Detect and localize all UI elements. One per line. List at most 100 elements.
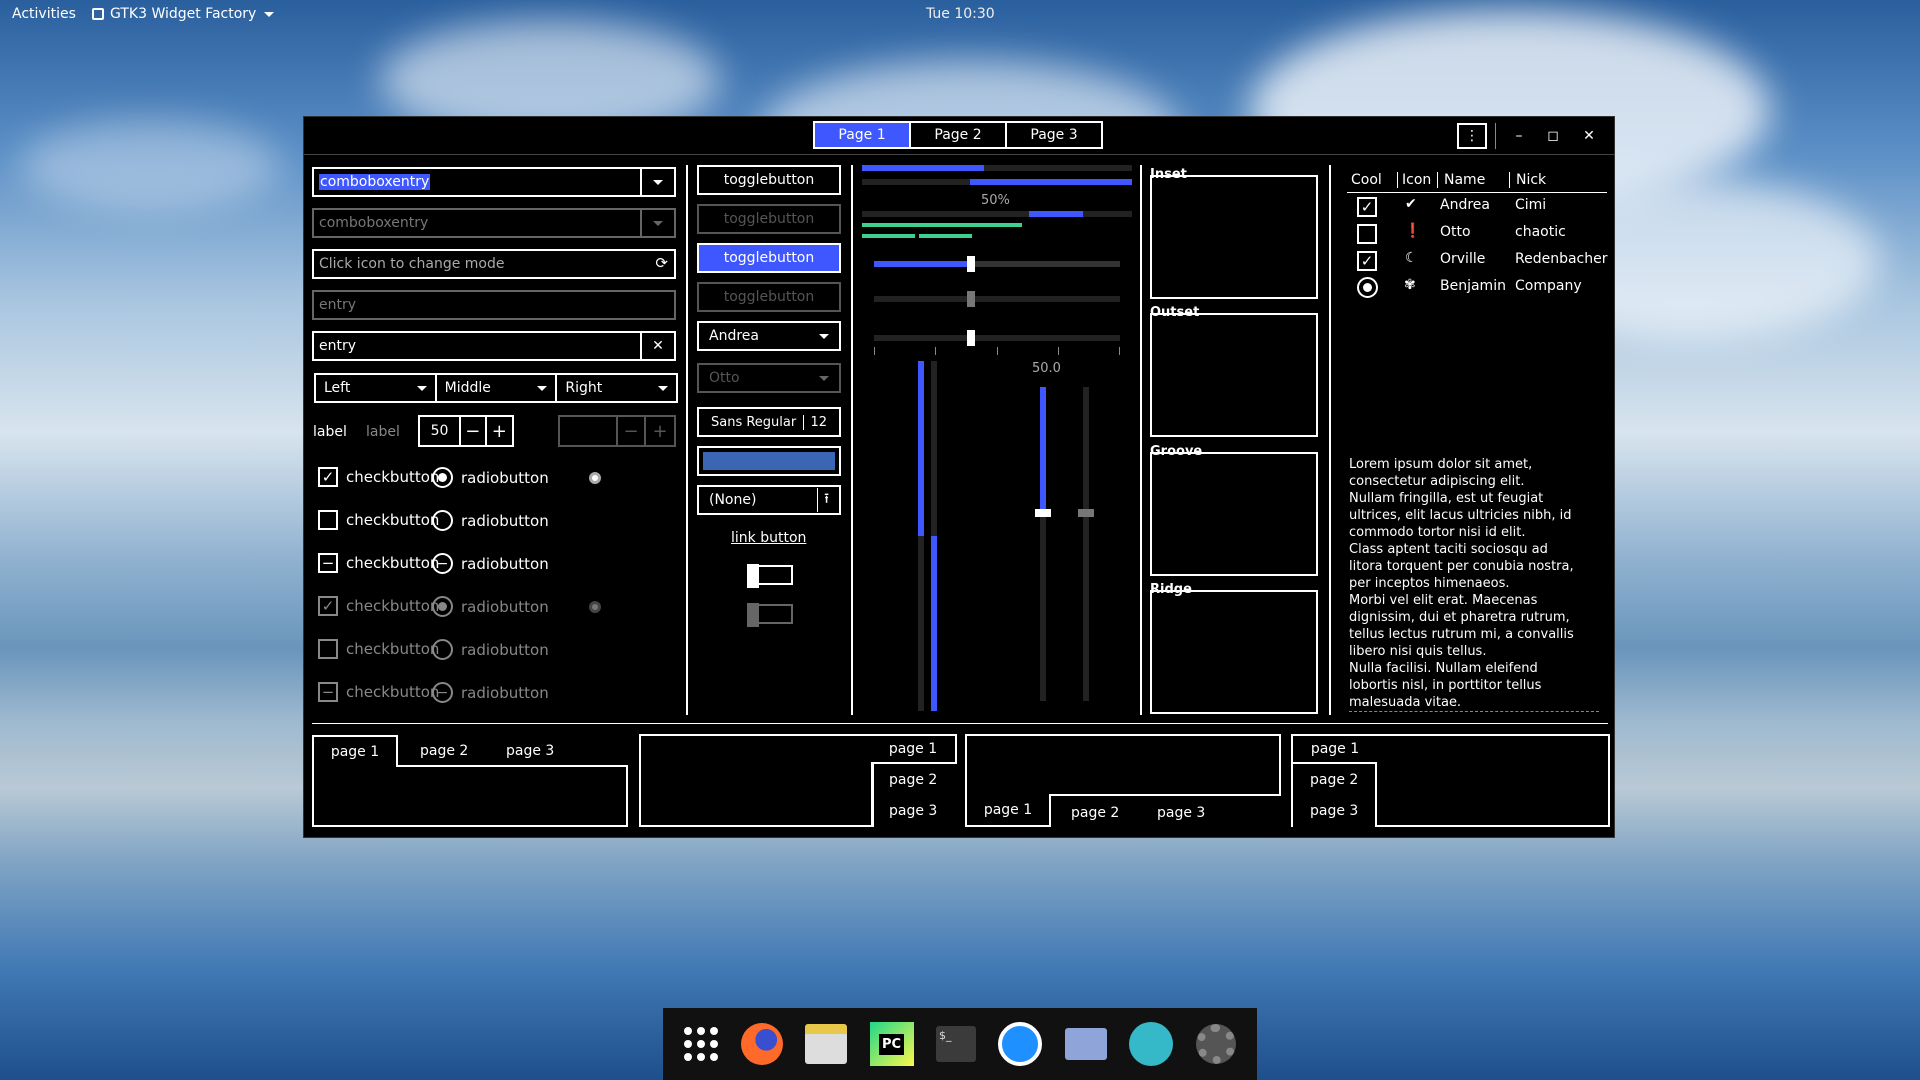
column-nick[interactable]: Nick xyxy=(1509,172,1546,188)
checkbutton-label: checkbutton xyxy=(346,597,440,615)
combo-middle[interactable]: Middle xyxy=(434,373,558,403)
checkbutton-unchecked[interactable]: checkbutton xyxy=(318,510,439,530)
font-separator xyxy=(803,414,805,430)
checkbox-empty-icon xyxy=(318,510,338,530)
hscale-1-handle[interactable] xyxy=(967,256,976,272)
table-row[interactable]: ❗ Otto chaotic xyxy=(1347,220,1607,247)
app-grid-icon[interactable] xyxy=(684,1027,719,1061)
radiobutton-unchecked[interactable]: radiobutton xyxy=(432,510,549,531)
chevron-down-icon xyxy=(537,385,548,391)
progress-bar-1-fill xyxy=(862,165,984,171)
radio-empty-icon xyxy=(432,510,453,531)
stack-switcher: Page 1 Page 2 Page 3 xyxy=(813,121,1103,149)
table-row[interactable]: ✾ Benjamin Company xyxy=(1347,274,1607,301)
minus-icon[interactable]: − xyxy=(461,417,487,445)
combo-right[interactable]: Right xyxy=(555,373,679,403)
text-view-line: ultrices, elit lacus ultricies nibh, id xyxy=(1349,508,1572,523)
tab-left-rest xyxy=(1291,762,1293,827)
radio-checked-icon[interactable] xyxy=(1357,277,1378,298)
hscale-3[interactable] xyxy=(874,330,1120,346)
file-chooser-button[interactable]: (None) ⭱ xyxy=(697,485,841,515)
tab-left-page-3[interactable]: page 3 xyxy=(1310,803,1358,819)
files-icon[interactable] xyxy=(805,1024,848,1064)
vscale-4 xyxy=(1078,387,1094,701)
tab-page-2[interactable]: page 2 xyxy=(420,743,468,759)
column-cool[interactable]: Cool xyxy=(1351,172,1382,188)
hscale-3-handle[interactable] xyxy=(967,330,976,346)
entry-field[interactable]: entry ✕ xyxy=(312,331,676,361)
checkbox-empty-icon[interactable] xyxy=(1357,224,1377,244)
minimize-icon[interactable]: – xyxy=(1504,123,1534,149)
firefox-icon[interactable] xyxy=(740,1023,783,1065)
clear-icon[interactable]: ✕ xyxy=(640,333,674,359)
spinbutton-disabled: − + xyxy=(558,415,676,447)
tab-page-1[interactable]: page 1 xyxy=(312,735,398,767)
progress-bar-3 xyxy=(862,211,1132,217)
refresh-icon[interactable]: ⟳ xyxy=(655,254,668,272)
table-row[interactable]: ✓ ✔ Andrea Cimi xyxy=(1347,193,1607,220)
tab-right-page-2[interactable]: page 2 xyxy=(889,772,937,788)
tab-right-page-3[interactable]: page 3 xyxy=(889,803,937,819)
check-icon[interactable]: ✓ xyxy=(1357,197,1377,217)
mail-icon[interactable] xyxy=(1064,1028,1107,1060)
mode-entry[interactable]: Click icon to change mode ⟳ xyxy=(312,249,676,279)
pycharm-icon[interactable]: PC xyxy=(869,1022,914,1066)
hscale-3-marks xyxy=(874,347,1120,355)
tab-page-2[interactable]: Page 2 xyxy=(909,121,1007,149)
table-row[interactable]: ✓ ☾ Orville Redenbacher xyxy=(1347,247,1608,274)
checkbutton-checked[interactable]: ✓ checkbutton xyxy=(318,467,439,487)
combo-andrea[interactable]: Andrea xyxy=(697,321,841,351)
radio-checked-icon xyxy=(432,467,453,488)
tab-right-page-1[interactable]: page 1 xyxy=(871,734,957,764)
settings-gear-icon[interactable] xyxy=(1195,1024,1236,1064)
combo-right-label: Right xyxy=(565,380,603,396)
link-button[interactable]: link button xyxy=(731,530,806,546)
hscale-2 xyxy=(874,291,1120,307)
close-icon[interactable]: ✕ xyxy=(1574,123,1604,149)
font-button[interactable]: Sans Regular 12 xyxy=(697,407,841,437)
column-icon[interactable]: Icon xyxy=(1397,172,1431,188)
menu-button[interactable]: ⋮ xyxy=(1457,123,1487,149)
togglebutton[interactable]: togglebutton xyxy=(697,165,841,195)
switch-on[interactable] xyxy=(747,564,793,588)
column-name[interactable]: Name xyxy=(1437,172,1485,188)
tab-bottom-page-1[interactable]: page 1 xyxy=(965,794,1051,827)
checkbox-mixed-icon: − xyxy=(318,682,338,702)
radiobutton-checked[interactable]: radiobutton xyxy=(432,467,549,488)
power-icon[interactable] xyxy=(998,1022,1043,1066)
tab-left-page-1[interactable]: page 1 xyxy=(1291,734,1377,764)
text-view[interactable]: Lorem ipsum dolor sit amet, consectetur a… xyxy=(1349,456,1599,712)
app-menu[interactable]: GTK3 Widget Factory xyxy=(92,6,275,22)
label-normal: label xyxy=(313,424,347,440)
plus-icon[interactable]: + xyxy=(487,417,512,445)
tab-page-1[interactable]: Page 1 xyxy=(813,121,911,149)
check-icon[interactable]: ✓ xyxy=(1357,251,1377,271)
hscale-1[interactable] xyxy=(874,256,1120,272)
column-separator xyxy=(851,165,853,715)
checkbutton-inconsistent[interactable]: − checkbutton xyxy=(318,553,439,573)
vscale-3[interactable] xyxy=(1035,387,1051,701)
tab-page-3[interactable]: Page 3 xyxy=(1005,121,1103,149)
terminal-icon[interactable]: $_ xyxy=(935,1026,976,1062)
tab-page-3[interactable]: page 3 xyxy=(506,743,554,759)
check-icon: ✓ xyxy=(318,596,338,616)
vscale-3-handle[interactable] xyxy=(1035,509,1051,518)
togglebutton-active[interactable]: togglebutton xyxy=(697,243,841,273)
combo-dropdown-button[interactable] xyxy=(640,169,674,195)
color-button[interactable] xyxy=(697,446,841,476)
audio-wave-icon[interactable] xyxy=(1129,1022,1174,1066)
comboboxentry-active[interactable]: comboboxentry xyxy=(312,167,676,197)
activities-button[interactable]: Activities xyxy=(12,6,76,22)
checkbutton-label: checkbutton xyxy=(346,683,440,701)
comboboxentry-disabled: comboboxentry xyxy=(312,208,676,238)
tab-bottom-page-3[interactable]: page 3 xyxy=(1157,805,1205,821)
tab-left-page-2[interactable]: page 2 xyxy=(1310,772,1358,788)
maximize-icon[interactable]: ◻ xyxy=(1538,123,1568,149)
radiobutton-inconsistent[interactable]: − radiobutton xyxy=(432,553,549,574)
clock[interactable]: Tue 10:30 xyxy=(926,6,995,22)
spinbutton[interactable]: 50 − + xyxy=(418,415,514,447)
combo-left[interactable]: Left xyxy=(314,373,437,403)
chevron-down-icon xyxy=(264,11,275,17)
tab-bottom-page-2[interactable]: page 2 xyxy=(1071,805,1119,821)
level-bar-2 xyxy=(862,234,972,238)
